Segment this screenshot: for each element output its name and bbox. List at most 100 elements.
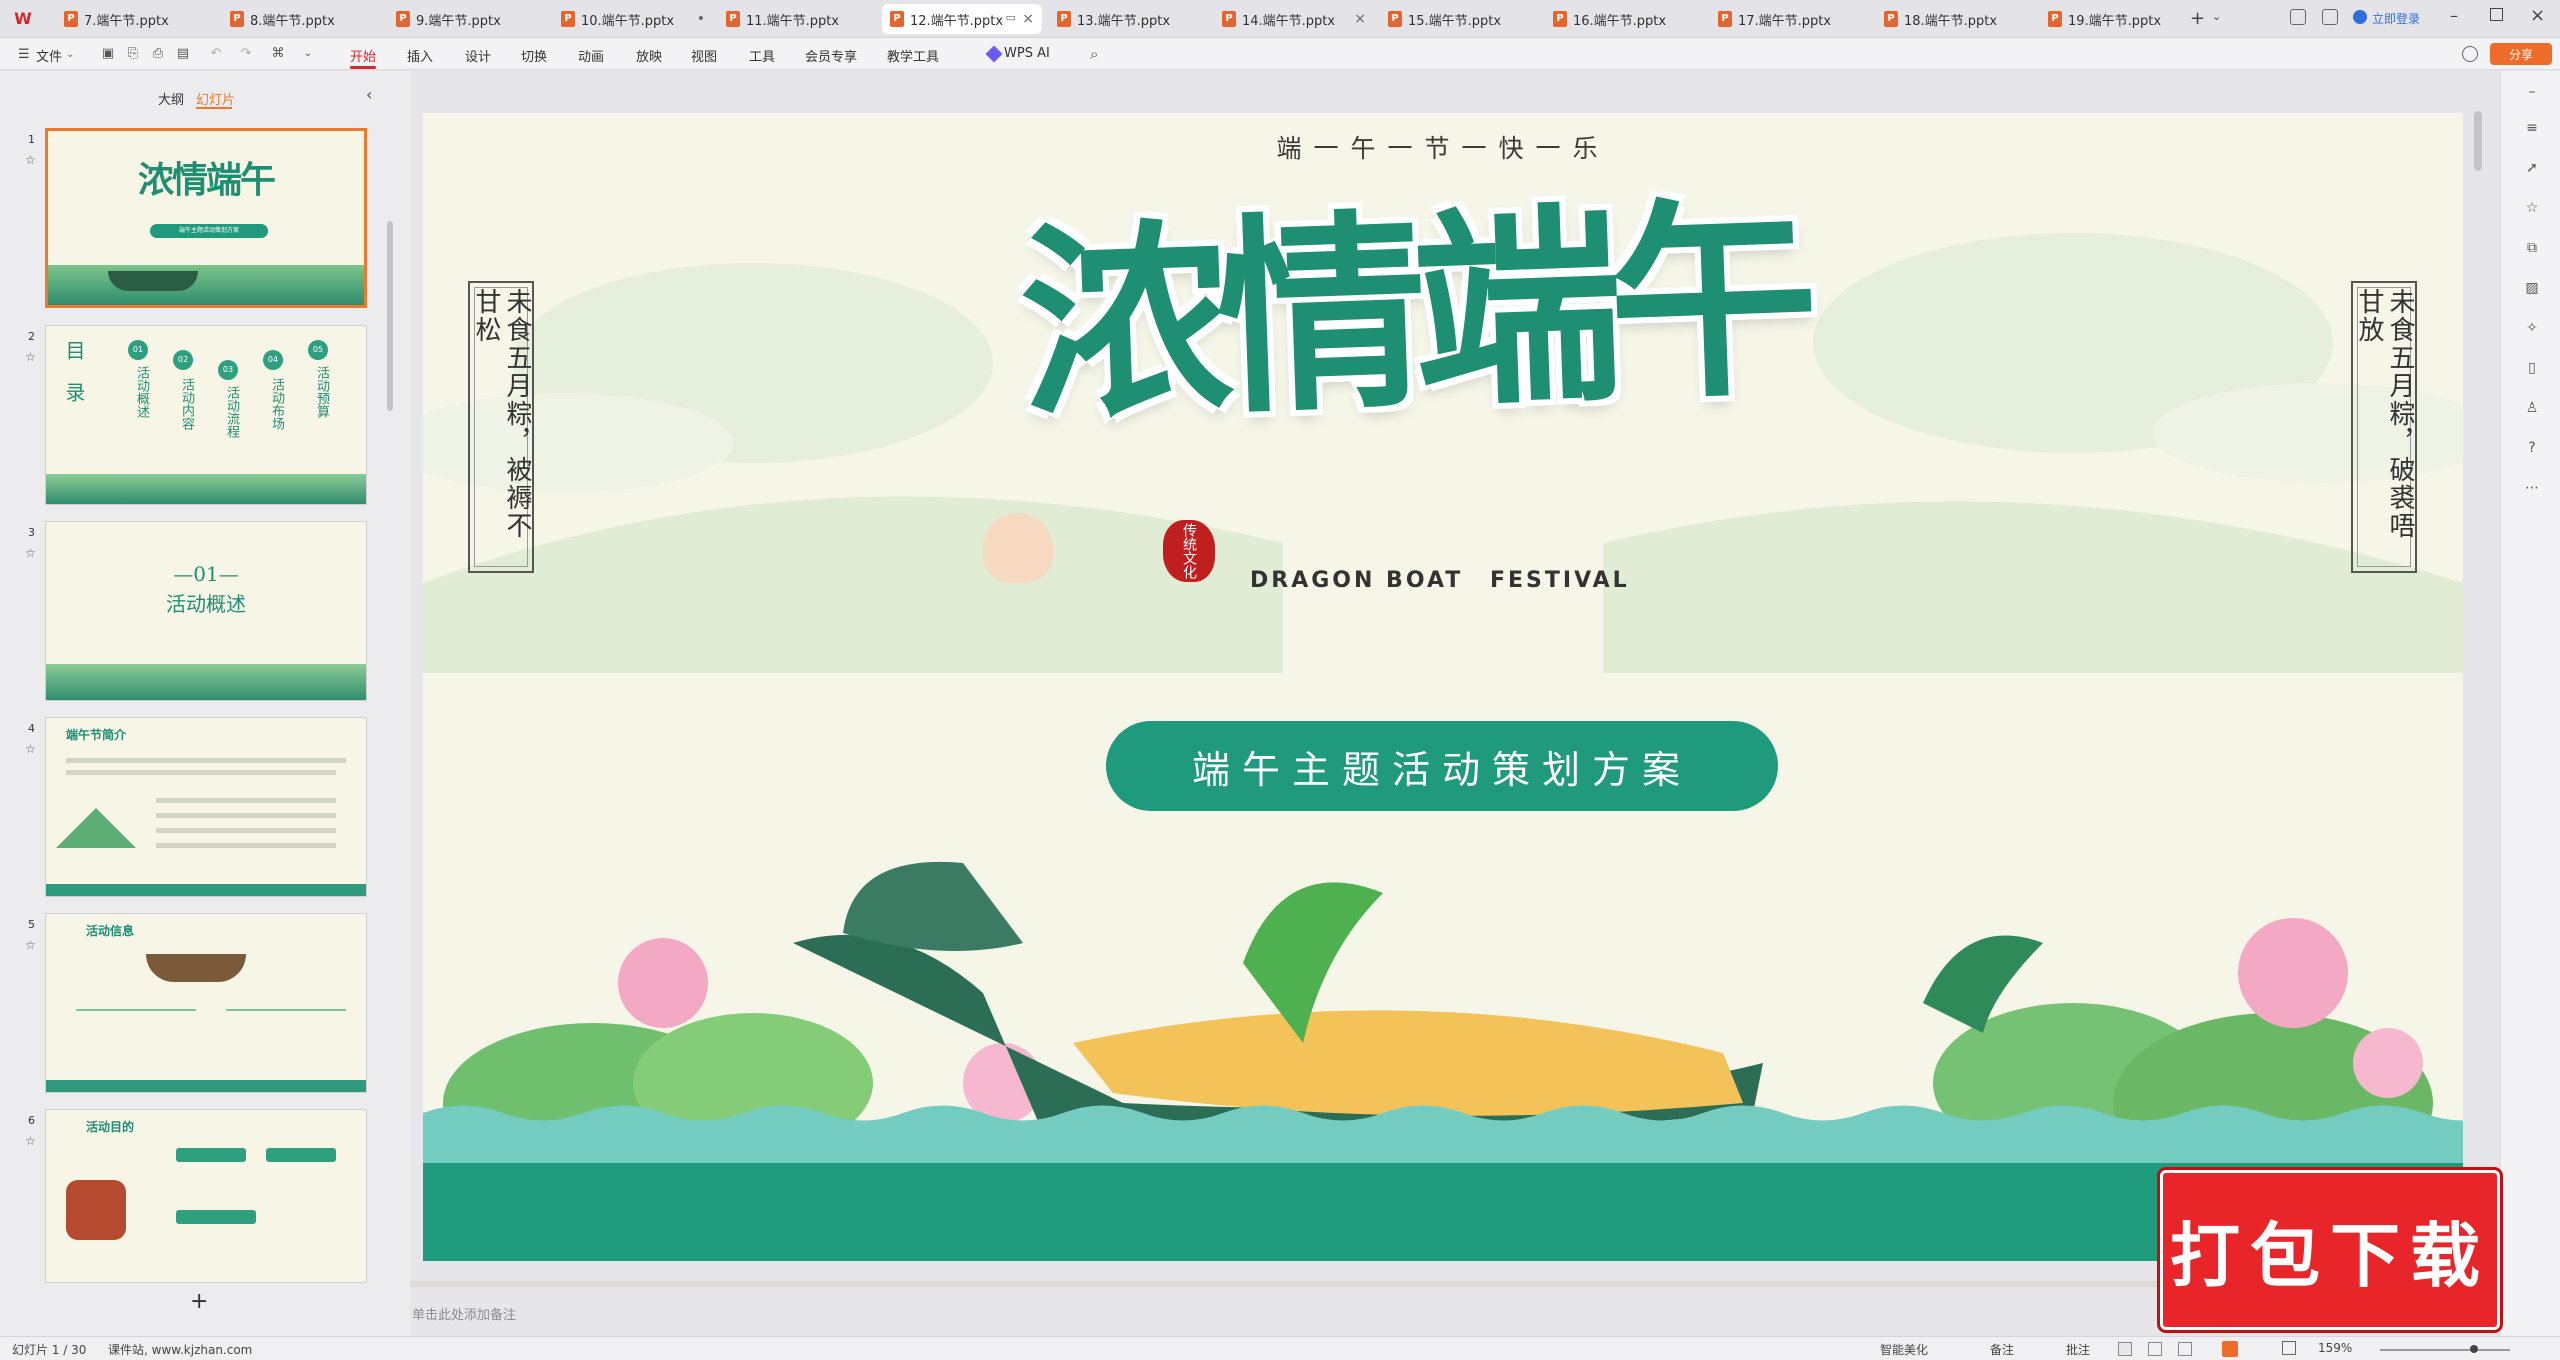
- file-chevron-icon[interactable]: ⌄: [66, 49, 74, 60]
- tab-slides[interactable]: 幻灯片: [196, 89, 235, 108]
- redo-icon[interactable]: ↷: [238, 46, 254, 62]
- share-button[interactable]: 分享: [2490, 43, 2552, 65]
- star-icon[interactable]: ☆: [25, 350, 36, 364]
- file-tab[interactable]: P 14.端午节.pptx ×: [1214, 4, 1374, 34]
- close-tab-icon[interactable]: ×: [1022, 11, 1034, 27]
- restore-icon[interactable]: [2490, 8, 2503, 21]
- more-icon[interactable]: ⋯: [2523, 479, 2541, 497]
- zoom-level[interactable]: 159%: [2318, 1341, 2352, 1355]
- file-tab[interactable]: P 15.端午节.pptx: [1380, 4, 1540, 34]
- collapse-panel-icon[interactable]: ‹: [366, 85, 372, 104]
- login-link[interactable]: 立即登录: [2372, 10, 2420, 27]
- ppt-file-icon: P: [890, 11, 904, 27]
- menu-item[interactable]: 会员专享: [805, 46, 857, 65]
- save-icon[interactable]: ▣: [100, 46, 116, 62]
- preview-icon[interactable]: ▤: [175, 46, 191, 62]
- menu-item[interactable]: 视图: [691, 46, 717, 65]
- toc-number: 04: [263, 350, 283, 370]
- slideshow-icon[interactable]: [2222, 1341, 2238, 1357]
- star-icon[interactable]: ☆: [25, 153, 36, 167]
- comments-button[interactable]: 批注: [2066, 1341, 2090, 1358]
- export-pdf-icon[interactable]: ⎘: [125, 46, 141, 62]
- copy-icon[interactable]: ⧉: [2523, 239, 2541, 257]
- slide-canvas[interactable]: 端一午一节一快一乐 未食五月粽，被褥不甘松 未食五月粽，破裘唔甘放 浓情端午 传…: [423, 113, 2463, 1261]
- file-tab[interactable]: P 8.端午节.pptx: [222, 4, 382, 34]
- minimize-panel-icon[interactable]: –: [2523, 83, 2541, 101]
- file-tab[interactable]: P 19.端午节.pptx: [2040, 4, 2200, 34]
- more-chevron-icon[interactable]: ⌄: [300, 46, 316, 62]
- sorter-view-icon[interactable]: [2148, 1342, 2162, 1356]
- slide-thumbnail-3[interactable]: —01— 活动概述: [45, 521, 367, 701]
- star-icon[interactable]: ☆: [25, 1134, 36, 1148]
- window-layout-icon[interactable]: [2290, 9, 2306, 25]
- menu-item[interactable]: 设计: [465, 46, 491, 65]
- close-tab-icon[interactable]: •: [697, 11, 705, 27]
- star-icon[interactable]: ☆: [25, 546, 36, 560]
- minimize-icon[interactable]: –: [2450, 6, 2458, 25]
- add-slide-button[interactable]: +: [190, 1289, 208, 1314]
- notes-placeholder[interactable]: 单击此处添加备注: [412, 1304, 516, 1323]
- slide-thumbnail-6[interactable]: 活动目的: [45, 1109, 367, 1283]
- left-poem: 未食五月粽，被褥不甘松: [471, 287, 532, 567]
- menu-item[interactable]: 教学工具: [887, 46, 939, 65]
- fit-window-icon[interactable]: [2282, 1341, 2296, 1355]
- file-tab[interactable]: P 13.端午节.pptx: [1049, 4, 1209, 34]
- wps-logo-icon[interactable]: W: [12, 8, 34, 30]
- close-tab-icon[interactable]: ×: [1354, 11, 1366, 27]
- file-tab[interactable]: P 10.端午节.pptx •: [553, 4, 713, 34]
- menu-item[interactable]: 切换: [521, 46, 547, 65]
- menu-item[interactable]: 插入: [407, 46, 433, 65]
- format-painter-icon[interactable]: ⌘: [270, 46, 286, 62]
- slide-thumbnail-4[interactable]: 端午节简介: [45, 717, 367, 897]
- file-tab[interactable]: P 9.端午节.pptx: [388, 4, 548, 34]
- thumb-dragon-boat: [108, 271, 198, 291]
- menu-item[interactable]: 工具: [749, 46, 775, 65]
- slide-thumbnail-5[interactable]: 活动信息: [45, 913, 367, 1093]
- file-tab[interactable]: P 7.端午节.pptx: [56, 4, 216, 34]
- notes-button[interactable]: 备注: [1990, 1341, 2014, 1358]
- menu-item[interactable]: 开始: [350, 46, 376, 65]
- smart-beautify-button[interactable]: 智能美化: [1880, 1341, 1928, 1358]
- search-icon[interactable]: ⌕: [1090, 45, 1098, 63]
- file-tab[interactable]: P 17.端午节.pptx: [1710, 4, 1870, 34]
- file-tab[interactable]: P 11.端午节.pptx: [718, 4, 878, 34]
- file-tab[interactable]: P 16.端午节.pptx: [1545, 4, 1705, 34]
- menu-item[interactable]: 动画: [578, 46, 604, 65]
- new-tab-icon[interactable]: +: [2190, 8, 2205, 29]
- undo-icon[interactable]: ↶: [208, 46, 224, 62]
- slide-thumbnail-1[interactable]: 浓情端午 端午主题活动策划方案: [45, 128, 367, 308]
- image-icon[interactable]: ▨: [2523, 279, 2541, 297]
- panel-scrollbar[interactable]: [387, 221, 393, 411]
- ppt-file-icon: P: [1388, 11, 1402, 27]
- file-tab[interactable]: P 18.端午节.pptx: [1876, 4, 2036, 34]
- hamburger-icon[interactable]: ☰: [18, 47, 30, 62]
- help-icon[interactable]: ?: [2523, 439, 2541, 457]
- file-menu[interactable]: 文件: [36, 46, 62, 65]
- shirt-icon[interactable]: ♙: [2523, 399, 2541, 417]
- menu-item[interactable]: 放映: [636, 46, 662, 65]
- vertical-scrollbar[interactable]: [2474, 111, 2482, 171]
- star-icon[interactable]: ☆: [25, 742, 36, 756]
- normal-view-icon[interactable]: [2118, 1342, 2132, 1356]
- slide-thumbnail-2[interactable]: 目录 01 02 03 04 05 活动概述 活动内容 活动流程 活动布场 活动…: [45, 325, 367, 505]
- menu-item[interactable]: WPS AI: [1004, 46, 1050, 61]
- tab-outline[interactable]: 大纲: [158, 89, 184, 108]
- user-avatar-icon[interactable]: [2353, 10, 2367, 24]
- book-icon[interactable]: ▯: [2523, 359, 2541, 377]
- sliders-icon[interactable]: ≡: [2523, 119, 2541, 137]
- zoom-slider-thumb[interactable]: [2470, 1345, 2478, 1353]
- cloud-sync-icon[interactable]: [2462, 46, 2478, 62]
- skin-icon[interactable]: [2322, 9, 2338, 25]
- zoom-slider[interactable]: [2380, 1349, 2510, 1351]
- file-tab[interactable]: P 12.端午节.pptx ▭ ×: [882, 4, 1042, 34]
- right-tool-sidebar: – ≡ ➚ ☆ ⧉ ▨ ✧ ▯ ♙ ? ⋯: [2500, 71, 2560, 1336]
- star-icon[interactable]: ☆: [25, 938, 36, 952]
- tab-list-chevron-icon[interactable]: ⌄: [2212, 10, 2221, 23]
- animation-icon[interactable]: ✧: [2523, 319, 2541, 337]
- reading-view-icon[interactable]: [2178, 1342, 2192, 1356]
- star-shape-icon[interactable]: ☆: [2523, 199, 2541, 217]
- print-icon[interactable]: ⎙: [150, 46, 166, 62]
- cursor-icon[interactable]: ➚: [2523, 159, 2541, 177]
- close-window-icon[interactable]: ×: [2530, 5, 2545, 26]
- slides-tab-underline: [196, 107, 232, 109]
